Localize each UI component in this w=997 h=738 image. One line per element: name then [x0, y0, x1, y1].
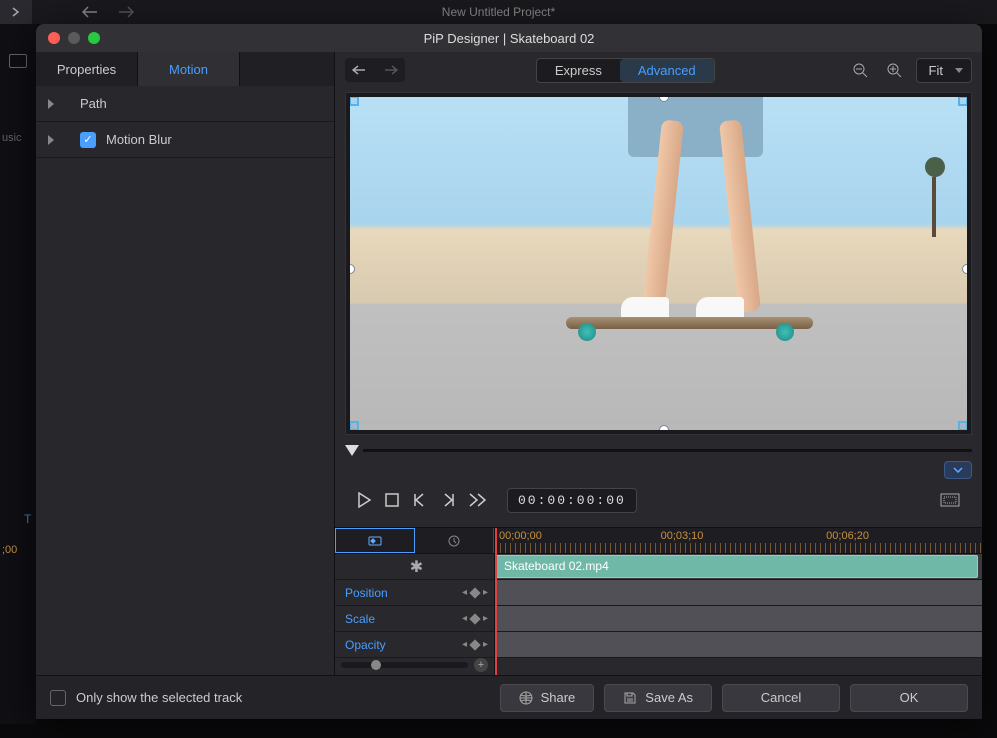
- position-keyframe-nav[interactable]: ◂ ▸: [462, 587, 488, 598]
- only-selected-label: Only show the selected track: [76, 690, 242, 705]
- zoom-out-button[interactable]: [846, 58, 874, 82]
- mode-toggle: Express Advanced: [536, 58, 715, 83]
- motion-blur-checkbox[interactable]: ✓: [80, 132, 96, 148]
- mode-express-button[interactable]: Express: [537, 59, 620, 82]
- selection-handle-r[interactable]: [962, 264, 967, 274]
- scale-label: Scale: [345, 612, 375, 626]
- next-frame-button[interactable]: [441, 493, 455, 507]
- tab-empty: [240, 52, 334, 86]
- cancel-button[interactable]: Cancel: [722, 684, 840, 712]
- timeline-ruler[interactable]: 00;00;00 00;03;10 00;06;20: [495, 528, 982, 554]
- selection-corner-br[interactable]: [958, 421, 967, 430]
- main-titlebar: New Untitled Project*: [0, 0, 997, 24]
- back-icon[interactable]: [82, 6, 98, 18]
- transport-bar: 00:00:00:00: [345, 483, 972, 517]
- clip-track-header[interactable]: ✱: [335, 554, 494, 580]
- zoom-fit-label: Fit: [929, 63, 943, 78]
- ok-button[interactable]: OK: [850, 684, 968, 712]
- forward-icon[interactable]: [118, 6, 134, 18]
- modal-titlebar[interactable]: PiP Designer | Skateboard 02: [36, 24, 982, 52]
- play-button[interactable]: [357, 492, 371, 508]
- timeline-zoom-slider[interactable]: +: [335, 658, 494, 672]
- modal-title: PiP Designer | Skateboard 02: [424, 31, 595, 46]
- stop-button[interactable]: [385, 493, 399, 507]
- fullscreen-window-button[interactable]: [88, 32, 100, 44]
- left-t-label: T: [24, 512, 31, 526]
- timeline-tracks[interactable]: 00;00;00 00;03;10 00;06;20 Skateboard 02…: [495, 528, 982, 675]
- disclosure-icon[interactable]: [48, 99, 54, 109]
- save-icon: [623, 691, 637, 705]
- position-track[interactable]: [495, 580, 982, 606]
- motion-blur-label: Motion Blur: [106, 132, 172, 147]
- ruler-label-0: 00;00;00: [499, 530, 542, 542]
- tab-properties[interactable]: Properties: [36, 52, 138, 86]
- cancel-label: Cancel: [761, 690, 801, 705]
- background-left-strip: usic T ;00: [0, 24, 36, 724]
- disclosure-icon[interactable]: [48, 135, 54, 145]
- clock-mode-button[interactable]: [415, 528, 494, 553]
- expand-panel-button[interactable]: [0, 0, 32, 24]
- close-window-button[interactable]: [48, 32, 60, 44]
- share-button[interactable]: Share: [500, 684, 595, 712]
- safe-zone-button[interactable]: [940, 493, 960, 507]
- timeline-track-headers: ✱ Position ◂ ▸ Scale ◂ ▸ Opacity ◂ ▸: [335, 528, 495, 675]
- save-as-label: Save As: [645, 690, 693, 705]
- preview-canvas[interactable]: [345, 92, 972, 435]
- left-panel: Properties Motion Path ✓ Motion Blur: [36, 52, 335, 675]
- keyframe-mode-button[interactable]: [335, 528, 415, 553]
- timeline-area: ✱ Position ◂ ▸ Scale ◂ ▸ Opacity ◂ ▸: [335, 527, 982, 675]
- clip-track[interactable]: Skateboard 02.mp4: [495, 554, 982, 580]
- opacity-label: Opacity: [345, 638, 386, 652]
- panel-row-path[interactable]: Path: [36, 86, 334, 122]
- ruler-label-1: 00;03;10: [661, 530, 704, 542]
- fast-forward-button[interactable]: [469, 493, 487, 507]
- selection-corner-tr[interactable]: [958, 97, 967, 106]
- preview-dropdown-button[interactable]: [944, 461, 972, 479]
- zoom-plus-button[interactable]: +: [474, 658, 488, 672]
- zoom-fit-select[interactable]: Fit: [916, 58, 972, 83]
- save-as-button[interactable]: Save As: [604, 684, 712, 712]
- project-title: New Untitled Project*: [442, 5, 555, 19]
- scrubber-thumb[interactable]: [345, 445, 359, 456]
- opacity-keyframe-nav[interactable]: ◂ ▸: [462, 639, 488, 650]
- position-track-header[interactable]: Position ◂ ▸: [335, 580, 494, 606]
- zoom-slider-handle[interactable]: [371, 660, 381, 670]
- timeline-clip[interactable]: Skateboard 02.mp4: [495, 555, 978, 578]
- music-label-fragment: usic: [2, 132, 22, 144]
- playhead[interactable]: [495, 528, 497, 675]
- minimize-window-button: [68, 32, 80, 44]
- opacity-track[interactable]: [495, 632, 982, 658]
- panel-row-motion-blur[interactable]: ✓ Motion Blur: [36, 122, 334, 158]
- ok-label: OK: [900, 690, 919, 705]
- left-time-fragment: ;00: [2, 544, 17, 556]
- redo-button[interactable]: [375, 58, 405, 82]
- media-icon[interactable]: [9, 54, 27, 68]
- zoom-in-button[interactable]: [880, 58, 908, 82]
- scale-keyframe-nav[interactable]: ◂ ▸: [462, 613, 488, 624]
- opacity-track-header[interactable]: Opacity ◂ ▸: [335, 632, 494, 658]
- undo-button[interactable]: [345, 58, 375, 82]
- path-label: Path: [80, 96, 107, 111]
- selection-handle-b[interactable]: [659, 425, 669, 430]
- pip-designer-modal: PiP Designer | Skateboard 02 Properties …: [36, 24, 982, 719]
- preview-scrubber[interactable]: [345, 441, 972, 459]
- scale-track-header[interactable]: Scale ◂ ▸: [335, 606, 494, 632]
- selection-handle-l[interactable]: [350, 264, 355, 274]
- timecode-display[interactable]: 00:00:00:00: [507, 488, 637, 513]
- share-icon: [519, 691, 533, 705]
- selection-corner-tl[interactable]: [350, 97, 359, 106]
- preview-image[interactable]: [350, 97, 967, 430]
- right-panel: Express Advanced Fit: [335, 52, 982, 675]
- preview-toolbar: Express Advanced Fit: [335, 52, 982, 88]
- prev-frame-button[interactable]: [413, 493, 427, 507]
- selection-corner-bl[interactable]: [350, 421, 359, 430]
- tab-motion[interactable]: Motion: [138, 52, 240, 86]
- modal-footer: Only show the selected track Share Save …: [36, 675, 982, 719]
- share-label: Share: [541, 690, 576, 705]
- position-label: Position: [345, 586, 388, 600]
- scale-track[interactable]: [495, 606, 982, 632]
- only-selected-checkbox[interactable]: [50, 690, 66, 706]
- ruler-label-2: 00;06;20: [826, 530, 869, 542]
- mode-advanced-button[interactable]: Advanced: [620, 59, 714, 82]
